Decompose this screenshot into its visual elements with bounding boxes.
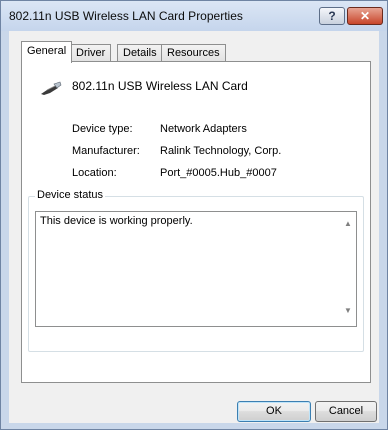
tab-resources[interactable]: Resources [161,44,226,62]
title-bar[interactable]: 802.11n USB Wireless LAN Card Properties… [1,1,387,31]
device-status-text: This device is working properly. [40,215,193,227]
manufacturer-value: Ralink Technology, Corp. [160,145,282,157]
scroll-up-icon[interactable]: ▲ [344,219,352,228]
device-type-value: Network Adapters [160,123,247,135]
device-status-group: Device status This device is working pro… [28,189,364,352]
tab-driver[interactable]: Driver [70,44,112,62]
usb-wireless-adapter-icon [40,80,62,99]
help-button[interactable]: ? [319,7,345,25]
ok-button[interactable]: OK [237,401,311,422]
close-button[interactable]: ✕ [347,7,383,25]
tab-details[interactable]: Details [117,44,163,62]
general-tab-panel: 802.11n USB Wireless LAN Card Device typ… [21,61,371,383]
location-label: Location: [72,167,117,179]
cancel-button[interactable]: Cancel [315,401,377,422]
device-status-textbox[interactable]: This device is working properly. ▲ ▼ [35,211,357,327]
location-value: Port_#0005.Hub_#0007 [160,167,277,179]
device-status-legend: Device status [35,189,106,201]
device-type-label: Device type: [72,123,133,135]
device-name: 802.11n USB Wireless LAN Card [72,79,248,93]
dialog-client-area: General Driver Details Resources 802.11n… [9,31,379,423]
status-scrollbar[interactable]: ▲ ▼ [340,212,356,326]
tab-general[interactable]: General [21,41,73,63]
properties-dialog: 802.11n USB Wireless LAN Card Properties… [0,0,388,430]
scroll-down-icon[interactable]: ▼ [344,306,352,315]
manufacturer-label: Manufacturer: [72,145,140,157]
window-title: 802.11n USB Wireless LAN Card Properties [9,9,243,23]
